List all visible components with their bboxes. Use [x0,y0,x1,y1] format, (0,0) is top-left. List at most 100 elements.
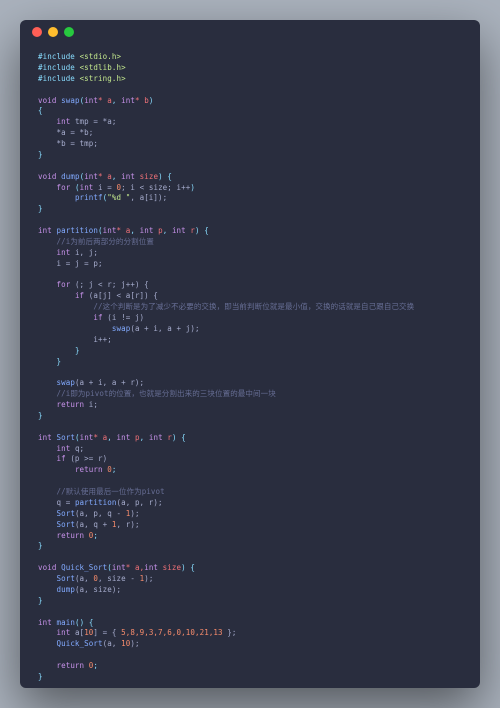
brace: { [89,618,94,627]
param: r [186,226,195,235]
type-kw: int [117,433,131,442]
code-text: i = [93,183,116,192]
fn-call: Sort [56,509,74,518]
param: * a [98,96,112,105]
code-text: *a = *b; [56,128,93,137]
fn-name: dump [61,172,79,181]
code-text: i, j; [70,248,98,257]
type-kw: int [56,444,70,453]
type-kw: void [38,172,56,181]
minimize-icon[interactable] [48,27,58,37]
code-text: (a, [103,639,121,648]
code-text: a[ [70,628,84,637]
param: * a [117,226,131,235]
brace: { [167,172,172,181]
code-text: ); [144,574,153,583]
type-kw: int [80,183,94,192]
brace: { [181,433,186,442]
code-text: q; [70,444,84,453]
brace: { [38,106,43,115]
comma: , [140,433,149,442]
code-text: , a[i]); [130,193,167,202]
paren: ) [158,172,163,181]
brace: } [38,411,43,420]
code-text: (; j < r; j++) { [70,280,148,289]
code-window: #include <stdio.h> #include <stdlib.h> #… [20,20,480,688]
fn-call: printf [75,193,103,202]
type-kw: int [38,433,52,442]
fn-call: Quick_Sort [56,639,102,648]
comment: //i即为pivot的位置，也就是分割出来的三块位置的最中间一块 [56,389,275,398]
maximize-icon[interactable] [64,27,74,37]
code-text: , r); [117,520,140,529]
brace: } [75,346,80,355]
fn-name: Sort [56,433,74,442]
code-text: ] = { [93,628,121,637]
code-text: (a, size); [75,585,121,594]
code-text: (a, p, r); [116,498,162,507]
code-text: (a, [75,574,93,583]
code-text: i; [84,400,98,409]
param: * a [98,172,112,181]
if-kw: if [75,291,84,300]
type-kw: int [140,226,154,235]
return-kw: return [56,661,84,670]
fn-name: swap [61,96,79,105]
code-text: (a, p, q - [75,509,126,518]
param: r [163,433,172,442]
code-text: (a[j] < a[r]) { [84,291,158,300]
semicolon: ; [112,465,117,474]
number: 10 [121,639,130,648]
brace: { [204,226,209,235]
param: size [158,563,181,572]
code-editor: #include <stdio.h> #include <stdlib.h> #… [20,44,480,688]
code-text: i = j = p; [56,259,102,268]
type-kw: int [56,117,70,126]
comma: , [107,433,116,442]
for-kw: for [56,183,70,192]
code-text: (a + i, a + j); [130,324,199,333]
paren: ) [181,563,186,572]
type-kw: int [38,226,52,235]
fn-name: main [56,618,74,627]
include-kw: #include [38,52,75,61]
code-text: (a, q + [75,520,112,529]
comment: //默认使用最后一位作为pivot [56,487,164,496]
include-header: <stdio.h> [80,52,122,61]
type-kw: int [112,563,126,572]
fn-name: partition [56,226,98,235]
if-kw: if [56,454,65,463]
type-kw: int [172,226,186,235]
param: * b [135,96,149,105]
code-text: tmp = *a; [70,117,116,126]
type-kw: int [121,172,135,181]
semicolon: ; [93,661,98,670]
paren: ) [172,433,177,442]
param: size [135,172,158,181]
comment: //i为前后两部分的分割位置 [56,237,153,246]
fn-call: Sort [56,574,74,583]
code-text: i++; [93,335,111,344]
include-header: <string.h> [80,74,126,83]
param: p [130,433,139,442]
close-icon[interactable] [32,27,42,37]
brace: } [56,357,61,366]
type-kw: int [149,433,163,442]
return-kw: return [75,465,103,474]
code-text: ; i < size; i++ [121,183,190,192]
return-kw: return [56,400,84,409]
number: 5,8,9,3,7,6,0,10,21,13 [121,628,223,637]
brace: } [38,672,43,681]
if-kw: if [93,313,102,322]
type-kw: int [38,618,52,627]
string: "%d " [107,193,130,202]
brace: } [38,204,43,213]
include-kw: #include [38,63,75,72]
for-kw: for [56,280,70,289]
type-kw: int [56,248,70,257]
code-text: (a + i, a + r); [75,378,144,387]
comma: , [130,226,139,235]
type-kw: void [38,96,56,105]
param: * a, [126,563,144,572]
param: * a [93,433,107,442]
